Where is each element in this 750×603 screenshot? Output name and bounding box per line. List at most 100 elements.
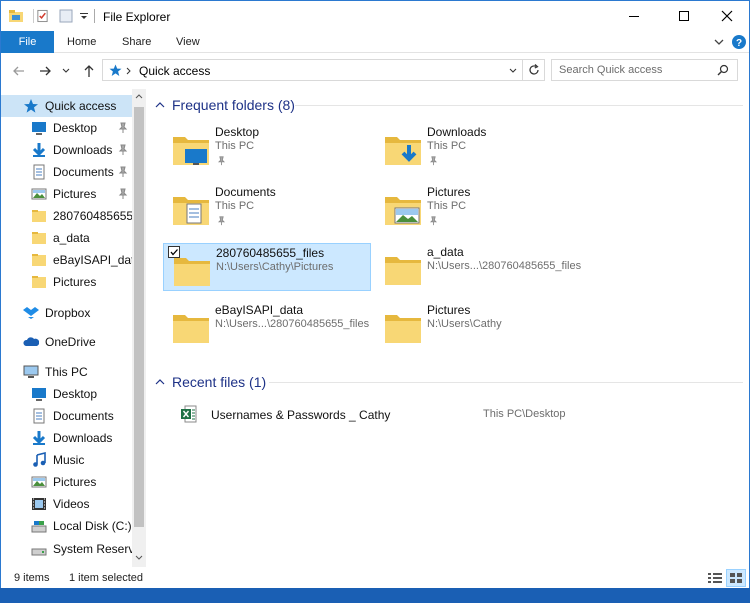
sidebar-item-desktop[interactable]: Desktop [1,117,132,139]
sidebar-item-label: 280760485655_fil [53,209,132,223]
recent-files-header[interactable]: Recent files (1) [155,372,266,392]
onedrive-icon [23,337,39,346]
folder-icon [173,137,209,165]
sidebar-item-documents[interactable]: Documents [1,405,132,427]
folder-location: This PC [427,140,467,152]
chevron-down-icon [62,68,70,73]
desktop-icon [32,388,46,401]
nav-scroll-thumb[interactable] [134,107,144,527]
pin-icon [429,216,438,226]
sidebar-item-onedrive[interactable]: OneDrive [1,331,132,353]
back-button[interactable] [9,61,29,81]
folder-tile[interactable]: Pictures This PC [375,183,583,231]
folder-tile[interactable]: a_data N:\Users...\280760485655_files [375,243,583,291]
forward-button[interactable] [35,61,55,81]
folder-icon [385,137,421,165]
folder-tile[interactable]: Pictures N:\Users\Cathy [375,301,583,349]
folder-name: Pictures [427,303,471,317]
pin-icon [118,188,128,199]
folder-location: N:\Users...\280760485655_files [427,260,582,272]
sidebar-item-pictures[interactable]: Pictures [1,271,132,293]
sidebar-item-label: Downloads [53,431,113,445]
search-icon[interactable] [717,64,729,76]
folder-tile[interactable]: eBayISAPI_data N:\Users...\280760485655_f… [163,301,371,349]
scroll-down-icon[interactable] [135,555,143,561]
pictures-icon [31,476,47,488]
star-icon [24,99,38,113]
up-arrow-icon [84,65,94,77]
sidebar-item-downloads[interactable]: Downloads [1,139,132,161]
folder-icon [32,232,46,244]
help-icon[interactable]: ? [731,34,747,50]
sidebar-item-desktop[interactable]: Desktop [1,383,132,405]
sidebar-item-label: eBayISAPI_data [53,253,132,267]
sidebar-item-downloads[interactable]: Downloads [1,427,132,449]
sidebar-item-system-reserved[interactable]: System Reserved [1,538,132,560]
tab-file[interactable]: File [1,31,54,53]
status-bar: 9 items 1 item selected [1,567,749,589]
group-divider [269,382,743,383]
folder-tile[interactable]: 280760485655_files N:\Users\Cathy\Picture… [163,243,371,291]
up-button[interactable] [79,61,99,81]
properties-icon[interactable] [33,9,49,23]
large-icons-view-button[interactable] [726,569,746,587]
scroll-up-icon[interactable] [135,93,143,99]
sidebar-item-quick-access[interactable]: Quick access [1,95,132,117]
music-icon [33,452,46,467]
this-pc-icon [23,365,39,378]
pin-icon [118,166,128,177]
folder-name: a_data [427,245,464,259]
sidebar-item-dropbox[interactable]: Dropbox [1,302,132,324]
downloads-icon [32,143,46,157]
sidebar-item-280760485655-fil[interactable]: 280760485655_fil [1,205,132,227]
minimize-button[interactable] [611,1,657,31]
sidebar-item-videos[interactable]: Videos [1,493,132,515]
search-placeholder[interactable]: Search Quick access [559,64,662,76]
pin-icon [429,156,438,166]
sidebar-item-pictures[interactable]: Pictures [1,183,132,205]
folder-tile[interactable]: Documents This PC [163,183,371,231]
recent-file-location: This PC\Desktop [483,408,566,420]
folder-tile[interactable]: Desktop This PC [163,123,371,171]
search-box[interactable]: Search Quick access [551,59,738,81]
collapse-chevron-icon [155,102,165,108]
breadcrumb-chevron-icon[interactable] [126,67,132,75]
tab-home[interactable]: Home [67,31,96,53]
refresh-button[interactable] [522,60,544,80]
sidebar-item-local-disk-c[interactable]: Local Disk (C:) [1,515,132,537]
breadcrumb[interactable]: Quick access [139,64,210,78]
sidebar-item-documents[interactable]: Documents [1,161,132,183]
customize-toolbar-icon[interactable] [79,9,89,23]
tab-view[interactable]: View [176,31,200,53]
details-view-icon[interactable] [707,571,723,585]
sidebar-item-pictures[interactable]: Pictures [1,471,132,493]
address-dropdown-icon[interactable] [508,66,518,76]
new-folder-icon[interactable] [59,9,73,23]
tiles-view-icon [730,573,742,583]
sidebar-item-music[interactable]: Music [1,449,132,471]
folder-location: N:\Users\Cathy\Pictures [216,261,334,273]
expand-ribbon-icon[interactable] [711,34,727,50]
recent-locations-button[interactable] [59,61,73,81]
refresh-icon [529,64,539,75]
sidebar-item-ebayisapi-data[interactable]: eBayISAPI_data [1,249,132,271]
close-button[interactable] [704,1,750,31]
tab-share[interactable]: Share [122,31,151,53]
sidebar-item-a-data[interactable]: a_data [1,227,132,249]
maximize-button[interactable] [661,1,707,31]
recent-files-title: Recent files (1) [172,374,267,390]
frequent-folders-header[interactable]: Frequent folders (8) [155,95,295,115]
folder-icon [174,258,210,286]
sidebar-item-this-pc[interactable]: This PC [1,361,132,383]
documents-icon [33,408,45,424]
folder-tile[interactable]: Downloads This PC [375,123,583,171]
nav-scrollbar[interactable] [132,89,146,567]
address-bar[interactable]: Quick access [102,59,545,81]
folder-location: N:\Users\Cathy [427,318,502,330]
folder-icon [385,257,421,285]
sidebar-item-label: Pictures [53,187,97,201]
folder-icon [385,315,421,343]
sidebar-item-label: Music [53,453,85,467]
list-item[interactable]: Usernames & Passwords _ Cathy This PC\De… [179,403,739,427]
sidebar-item-label: System Reserved [53,542,132,556]
